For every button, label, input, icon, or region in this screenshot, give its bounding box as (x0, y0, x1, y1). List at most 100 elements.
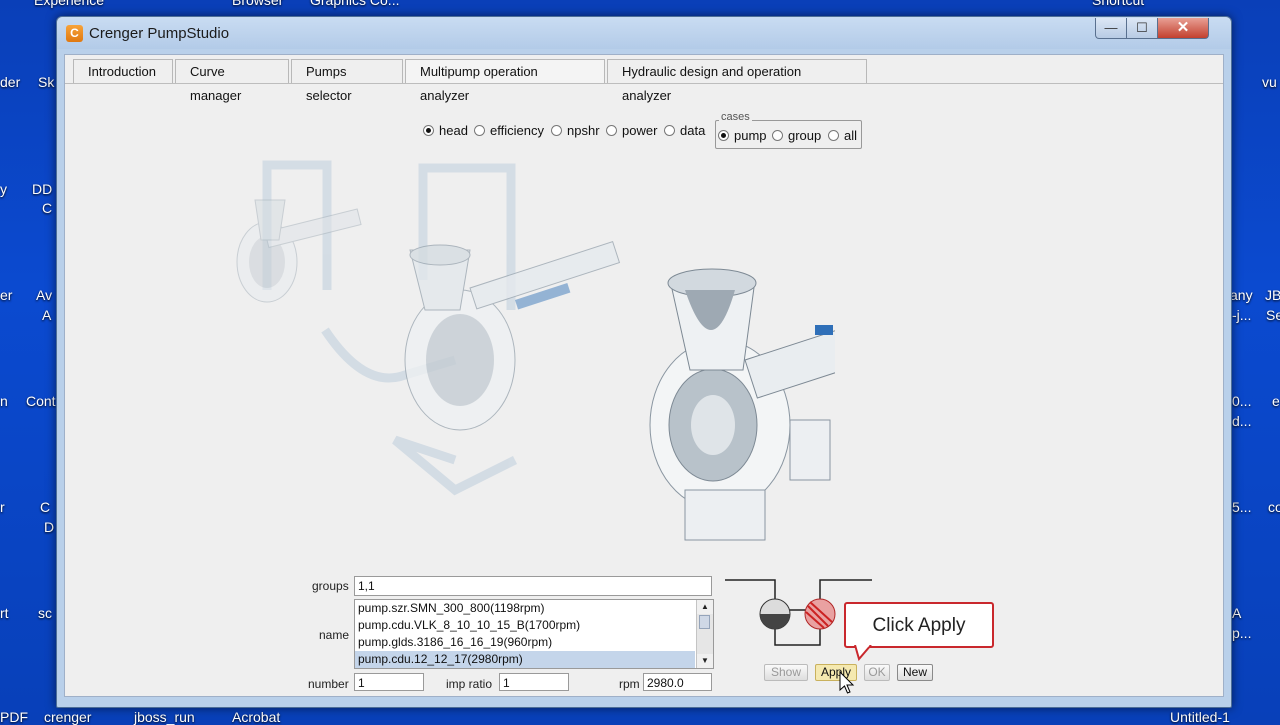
radio-label: power (622, 123, 658, 138)
desktop-icon-label[interactable]: D (44, 519, 54, 535)
pump-illustration (236, 160, 835, 541)
radio-label: data (680, 123, 706, 138)
radio-label: group (788, 128, 822, 143)
radio-label: head (439, 123, 468, 138)
radio-all[interactable]: all (828, 128, 857, 144)
maximize-button[interactable]: ☐ (1126, 18, 1158, 39)
imp-ratio-label: imp ratio (446, 677, 493, 691)
show-button[interactable]: Show (764, 664, 808, 681)
groups-label: groups (312, 579, 349, 593)
radio-unchecked-icon (664, 125, 675, 136)
desktop-icon-label[interactable]: A (42, 307, 51, 323)
radio-label: pump (734, 128, 767, 143)
radio-group[interactable]: group (772, 128, 821, 144)
desktop-icon-label[interactable]: 0... (1232, 393, 1251, 409)
title-bar[interactable]: C Crenger PumpStudio — ☐ ✕ (57, 17, 1231, 49)
pump-name-list[interactable]: pump.szr.SMN_300_800(1198rpm) pump.cdu.V… (354, 599, 714, 669)
radio-power[interactable]: power (606, 123, 657, 139)
desktop-icon-label[interactable]: Untitled-1 (1170, 709, 1230, 725)
desktop-icon-label[interactable]: sc (38, 605, 52, 621)
number-field[interactable]: 1 (354, 673, 424, 691)
app-window: C Crenger PumpStudio — ☐ ✕ Introduction … (56, 16, 1232, 708)
list-item-selected[interactable]: pump.cdu.12_12_17(2980rpm) (355, 651, 695, 668)
desktop-icon-label[interactable]: PDF (0, 709, 28, 725)
tab-multipump-operation-analyzer[interactable]: Multipump operation analyzer (405, 59, 605, 103)
tab-pumps-selector[interactable]: Pumps selector (291, 59, 403, 103)
desktop-icon-label[interactable]: Sk (38, 74, 54, 90)
radio-unchecked-icon (474, 125, 485, 136)
desktop-icon-label[interactable]: Av (36, 287, 52, 303)
imp-ratio-field[interactable]: 1 (499, 673, 569, 691)
list-scrollbar[interactable]: ▲ ▼ (696, 600, 713, 668)
desktop-icon-label[interactable]: 5... (1232, 499, 1251, 515)
radio-data[interactable]: data (664, 123, 705, 139)
mouse-cursor-icon (839, 671, 855, 694)
list-item[interactable]: pump.cdu.VLK_8_10_10_15_B(1700rpm) (355, 617, 695, 634)
desktop-icon-label[interactable]: Cont (26, 393, 56, 409)
desktop-icon-label[interactable]: y (0, 181, 7, 197)
minimize-button[interactable]: — (1095, 18, 1127, 39)
radio-pump[interactable]: pump (718, 128, 767, 144)
desktop-icon-label[interactable]: A (1232, 605, 1241, 621)
radio-label: efficiency (490, 123, 544, 138)
desktop-icon-label[interactable]: der (0, 74, 20, 90)
instruction-callout: Click Apply (844, 602, 994, 648)
number-label: number (308, 677, 349, 691)
radio-head[interactable]: head (423, 123, 468, 139)
close-button[interactable]: ✕ (1157, 18, 1209, 39)
radio-checked-icon (718, 130, 729, 141)
desktop-icon-label[interactable]: jboss_run (134, 709, 195, 725)
desktop-icon-label[interactable]: e (1272, 393, 1280, 409)
rpm-label: rpm (619, 677, 640, 691)
desktop-icon-label[interactable]: JB (1265, 287, 1280, 303)
radio-unchecked-icon (828, 130, 839, 141)
desktop-icon-label[interactable]: Shortcut (1092, 0, 1144, 8)
radio-efficiency[interactable]: efficiency (474, 123, 544, 139)
name-label: name (319, 628, 350, 642)
desktop-icon-label[interactable]: p... (1232, 625, 1251, 641)
desktop-icon-label[interactable]: rt (0, 605, 9, 621)
desktop-icon-label[interactable]: -j... (1232, 307, 1251, 323)
groups-field[interactable]: 1,1 (354, 576, 712, 596)
list-item[interactable]: pump.glds.3186_16_16_19(960rpm) (355, 634, 695, 651)
desktop-icon-label[interactable]: Experience (34, 0, 104, 8)
app-logo-icon: C (66, 25, 83, 42)
desktop-icon-label[interactable]: r (0, 499, 5, 515)
desktop-icon-label[interactable]: Acrobat (232, 709, 280, 725)
cases-legend: cases (719, 111, 752, 123)
new-button[interactable]: New (897, 664, 933, 681)
scroll-thumb[interactable] (699, 615, 710, 629)
desktop-icon-label[interactable]: crenger (44, 709, 91, 725)
ok-button[interactable]: OK (864, 664, 890, 681)
desktop-icon-label[interactable]: Se (1266, 307, 1280, 323)
scroll-down-icon[interactable]: ▼ (697, 654, 713, 668)
radio-label: npshr (567, 123, 600, 138)
desktop-icon-label[interactable]: co (1268, 499, 1280, 515)
list-item[interactable]: pump.szr.SMN_300_800(1198rpm) (355, 600, 695, 617)
desktop-icon-label[interactable]: DD (32, 181, 52, 197)
tab-introduction[interactable]: Introduction (73, 59, 173, 83)
desktop-icon-label[interactable]: n (0, 393, 8, 409)
rpm-field[interactable]: 2980.0 (643, 673, 712, 691)
tab-hydraulic-design[interactable]: Hydraulic design and operation analyzer (607, 59, 867, 103)
radio-label: all (844, 128, 858, 143)
radio-unchecked-icon (772, 130, 783, 141)
radio-npshr[interactable]: npshr (551, 123, 600, 139)
radio-unchecked-icon (606, 125, 617, 136)
radio-unchecked-icon (551, 125, 562, 136)
desktop-icon-label[interactable]: Graphics Co... (310, 0, 399, 8)
desktop-icon-label[interactable]: C (42, 200, 52, 216)
radio-checked-icon (423, 125, 434, 136)
main-panel: Introduction Curve manager Pumps selecto… (64, 54, 1224, 697)
desktop-icon-label[interactable]: C (40, 499, 50, 515)
scroll-up-icon[interactable]: ▲ (697, 600, 713, 614)
desktop-icon-label[interactable]: Browser (232, 0, 283, 8)
desktop-icon-label[interactable]: any (1230, 287, 1253, 303)
desktop-icon-label[interactable]: d... (1232, 413, 1251, 429)
tab-divider (65, 83, 1223, 84)
window-title: Crenger PumpStudio (89, 25, 230, 42)
desktop-icon-label[interactable]: er (0, 287, 12, 303)
desktop-icon-label[interactable]: vu (1262, 74, 1277, 90)
tab-curve-manager[interactable]: Curve manager (175, 59, 289, 103)
callout-pointer (854, 645, 872, 661)
